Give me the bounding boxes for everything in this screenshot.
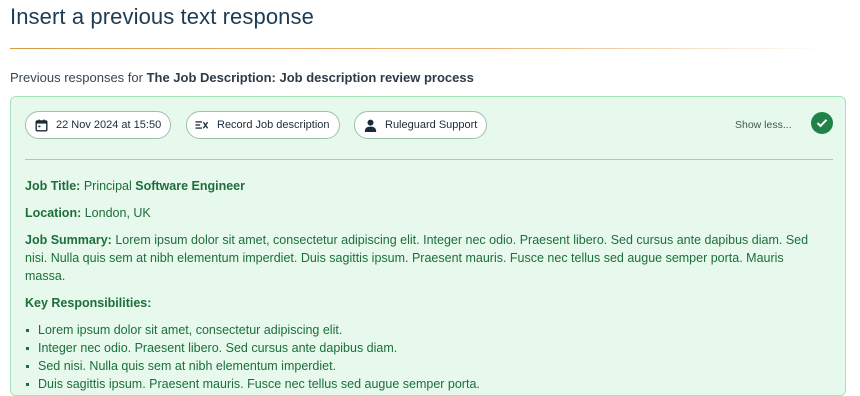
list-item: Lorem ipsum dolor sit amet, consectetur …: [26, 321, 821, 339]
checkmark-circle-icon[interactable]: [811, 112, 833, 134]
calendar-icon: [34, 118, 48, 132]
record-type-label: Record Job description: [217, 119, 330, 131]
previous-responses-subtitle: Previous responses for The Job Descripti…: [10, 70, 474, 85]
author-label: Ruleguard Support: [385, 119, 478, 131]
job-summary-paragraph: Job Summary: Lorem ipsum dolor sit amet,…: [25, 231, 821, 285]
location-line: Location: London, UK: [25, 204, 821, 222]
job-title-value-bold: Software Engineer: [135, 179, 245, 193]
location-value: London, UK: [84, 206, 151, 220]
record-type-chip[interactable]: Record Job description: [186, 111, 340, 139]
subtitle-prefix: Previous responses for: [10, 70, 147, 85]
response-content: Job Title: Principal Software Engineer L…: [25, 177, 821, 393]
show-less-link[interactable]: Show less...: [735, 119, 792, 131]
record-list-icon: [195, 118, 209, 132]
list-item: Sed nisi. Nulla quis sem at nibh element…: [26, 357, 821, 375]
job-title-label: Job Title:: [25, 179, 81, 193]
response-date-label: 22 Nov 2024 at 15:50: [56, 119, 162, 131]
subtitle-process-name: The Job Description: Job description rev…: [146, 70, 474, 85]
job-title-value-plain: Principal: [83, 179, 132, 193]
card-divider: [25, 159, 833, 160]
title-divider: [10, 48, 828, 49]
location-label: Location:: [25, 206, 82, 220]
list-item: Integer nec odio. Praesent libero. Sed c…: [26, 339, 821, 357]
response-date-chip[interactable]: 22 Nov 2024 at 15:50: [25, 111, 172, 139]
job-summary-label: Job Summary:: [25, 233, 112, 247]
author-chip[interactable]: Ruleguard Support: [354, 111, 488, 139]
job-title-line: Job Title: Principal Software Engineer: [25, 177, 821, 195]
job-summary-text: Lorem ipsum dolor sit amet, consectetur …: [25, 233, 809, 283]
previous-response-card[interactable]: 22 Nov 2024 at 15:50 Record Job descript…: [10, 96, 846, 396]
page-title: Insert a previous text response: [10, 4, 314, 29]
responsibilities-label: Key Responsibilities:: [25, 296, 152, 310]
list-item: Duis sagittis ipsum. Praesent mauris. Fu…: [26, 375, 821, 393]
responsibilities-list: Lorem ipsum dolor sit amet, consectetur …: [25, 321, 821, 393]
person-icon: [363, 118, 377, 132]
responsibilities-heading: Key Responsibilities:: [25, 294, 821, 312]
